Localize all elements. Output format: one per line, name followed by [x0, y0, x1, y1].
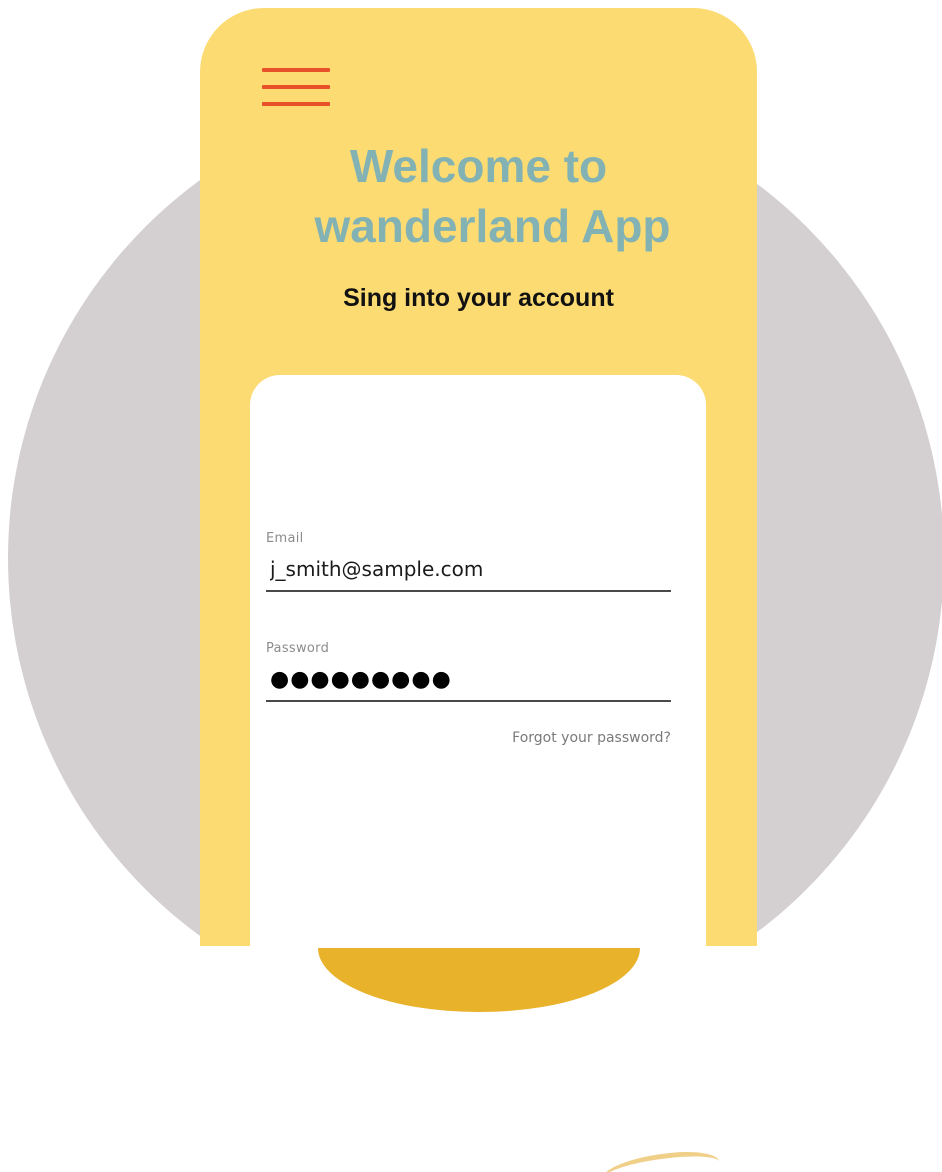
forgot-password-link[interactable]: Forgot your password? [266, 728, 671, 748]
email-label: Email [266, 531, 304, 546]
title-line-1: Welcome to [349, 140, 608, 192]
email-field-group: Email [266, 530, 671, 592]
page-title: Welcome to wanderland App [200, 136, 757, 256]
page-subtitle: Sing into your account [343, 284, 614, 312]
screen: Welcome to wanderland App Sing into your… [0, 0, 942, 1172]
menu-button[interactable] [262, 64, 330, 112]
password-label: Password [266, 641, 330, 656]
password-field-group: Password [266, 640, 671, 702]
phone-frame: Welcome to wanderland App Sing into your… [200, 8, 757, 988]
login-card: Email Password Forgot your password? [250, 375, 706, 988]
title-line-2: wanderland App [314, 200, 671, 252]
password-field[interactable] [266, 662, 671, 702]
email-field[interactable] [266, 552, 671, 592]
